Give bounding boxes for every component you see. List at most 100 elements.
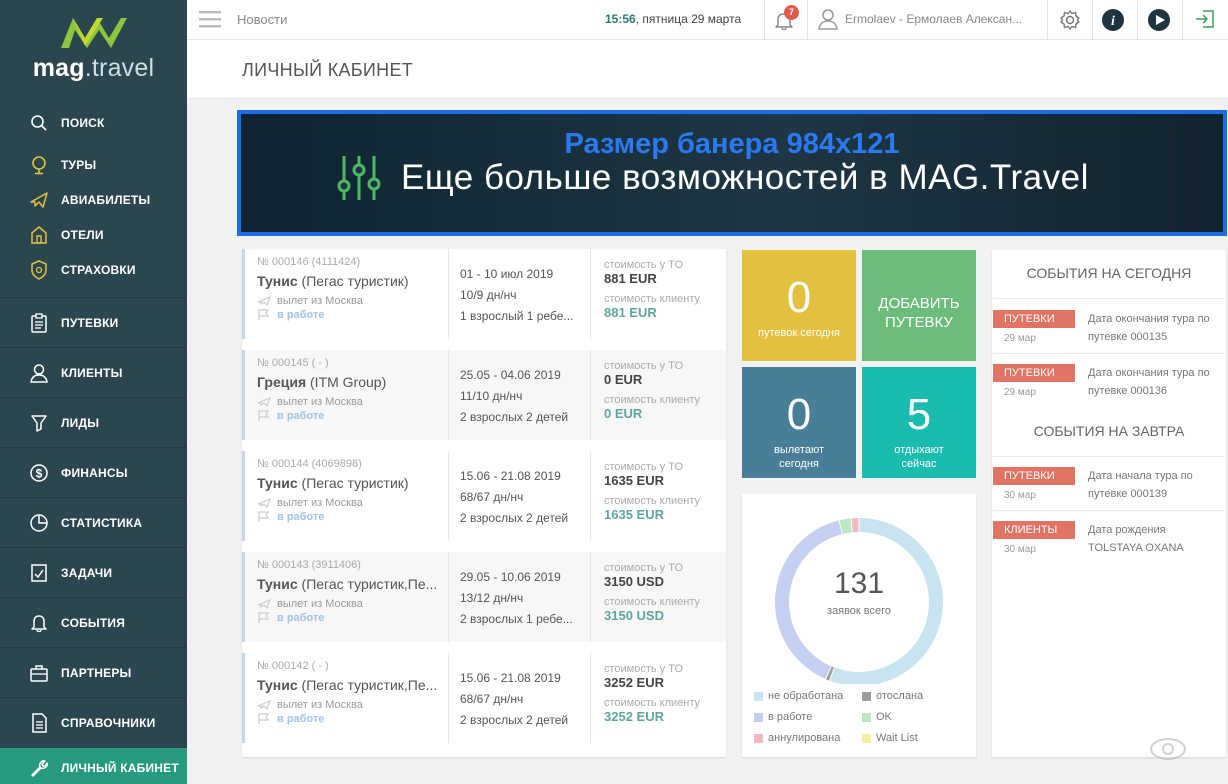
sidebar-item-partners[interactable]: ПАРТНЕРЫ bbox=[0, 648, 187, 697]
watermark bbox=[1120, 734, 1228, 784]
legend-item[interactable]: не обработана bbox=[754, 690, 843, 702]
trip-destination[interactable]: Тунис (Пегас туристик,Пе... bbox=[257, 576, 447, 592]
tile-label-line2: сейчас bbox=[901, 458, 937, 470]
event-date: 30 мар bbox=[1004, 544, 1036, 555]
flag-icon bbox=[258, 309, 270, 320]
flag-icon bbox=[258, 713, 270, 724]
sidebar-item-directories[interactable]: СПРАВОЧНИКИ bbox=[0, 698, 187, 747]
svg-text:i: i bbox=[1111, 14, 1115, 29]
sidebar-item-finance[interactable]: $ ФИНАНСЫ bbox=[0, 448, 187, 497]
event-text[interactable]: Дата окончания тура по путевке 000135 bbox=[1088, 310, 1218, 346]
trip-departure: вылет из Москва bbox=[257, 598, 447, 610]
sidebar-item-tasks[interactable]: ЗАДАЧИ bbox=[0, 548, 187, 597]
trip-row-accent bbox=[242, 350, 245, 440]
trip-destination[interactable]: Тунис (Пегас туристик) bbox=[257, 475, 447, 491]
tile-departing-today[interactable]: 0 вылетают сегодня bbox=[742, 367, 856, 478]
logo-text: mag.travel bbox=[32, 54, 155, 82]
trip-operator: (Пегас туристик,Пе... bbox=[297, 677, 438, 693]
cost-client-value: 1635 EUR bbox=[604, 507, 664, 522]
tile-trips-today[interactable]: 0 путевок сегодня bbox=[742, 250, 856, 361]
donut-slice[interactable] bbox=[829, 518, 943, 684]
play-video-icon[interactable] bbox=[1147, 8, 1171, 37]
event-text[interactable]: Дата рождения TOLSTAYA OXANA bbox=[1088, 521, 1218, 557]
legend-item[interactable]: аннулирована bbox=[754, 732, 840, 744]
current-date: , пятница 29 марта bbox=[635, 12, 742, 26]
tile-label: путевок сегодня bbox=[758, 327, 840, 339]
cost-to-label: стоимость у ТО bbox=[604, 663, 684, 675]
sidebar-item-clients[interactable]: КЛИЕНТЫ bbox=[0, 348, 187, 397]
plane-icon bbox=[29, 190, 49, 210]
sidebar-item-flights[interactable]: АВИАБИЛЕТЫ bbox=[0, 187, 187, 213]
trip-row[interactable]: № 000145 ( - ) Греция (ITM Group) вылет … bbox=[242, 350, 726, 440]
logo[interactable]: mag.travel bbox=[0, 0, 187, 100]
donut-slice[interactable] bbox=[839, 518, 852, 534]
trip-destination[interactable]: Тунис (Пегас туристик,Пе... bbox=[257, 677, 447, 693]
sidebar-item-label: ТУРЫ bbox=[61, 158, 97, 172]
hotel-icon bbox=[29, 225, 49, 245]
sidebar-item-label: ПОИСК bbox=[61, 116, 105, 130]
tile-resting-now[interactable]: 5 отдыхают сейчас bbox=[862, 367, 976, 478]
globe-icon bbox=[29, 155, 49, 175]
event-date: 29 мар bbox=[1004, 387, 1036, 398]
trip-row[interactable]: № 000144 (4069898) Тунис (Пегас туристик… bbox=[242, 451, 726, 541]
cost-client-value: 3252 EUR bbox=[604, 709, 664, 724]
legend-item[interactable]: в работе bbox=[754, 711, 812, 723]
tile-label-line1: ДОБАВИТЬ bbox=[878, 295, 960, 312]
cost-client-label: стоимость клиенту bbox=[604, 495, 701, 507]
notifications-button[interactable]: 7 bbox=[774, 5, 800, 34]
legend-item[interactable]: OK bbox=[862, 711, 892, 723]
trip-destination[interactable]: Греция (ITM Group) bbox=[257, 374, 447, 390]
sidebar-item-label: ЛИЧНЫЙ КАБИНЕТ bbox=[61, 761, 179, 775]
plane-icon bbox=[257, 598, 271, 610]
sidebar-item-insurance[interactable]: СТРАХОВКИ bbox=[0, 257, 187, 283]
info-icon[interactable]: i bbox=[1101, 8, 1125, 37]
sidebar-item-tours[interactable]: ТУРЫ bbox=[0, 152, 187, 178]
trip-dates: 29.05 - 10.06 2019 bbox=[460, 570, 561, 584]
sidebar-item-search[interactable]: ПОИСК bbox=[0, 110, 187, 136]
trip-people: 1 взрослый 1 ребе... bbox=[460, 309, 574, 323]
sidebar-item-vouchers[interactable]: ПУТЕВКИ bbox=[0, 298, 187, 347]
event-tag[interactable]: ПУТЕВКИ bbox=[993, 310, 1075, 328]
legend-label: в работе bbox=[768, 711, 813, 723]
event-tag[interactable]: КЛИЕНТЫ bbox=[993, 521, 1075, 539]
event-tag[interactable]: ПУТЕВКИ bbox=[993, 364, 1075, 382]
user-name: Ermolaev - Ермолаев Алексан... bbox=[845, 12, 1023, 26]
trip-departure: вылет из Москва bbox=[257, 497, 447, 509]
trip-row[interactable]: № 000146 (4111424) Тунис (Пегас туристик… bbox=[242, 249, 726, 339]
notifications-badge: 7 bbox=[784, 5, 799, 20]
sidebar-item-leads[interactable]: ЛИДЫ bbox=[0, 398, 187, 447]
trip-row[interactable]: № 000142 ( - ) Тунис (Пегас туристик,Пе.… bbox=[242, 653, 726, 743]
top-bar: Новости 15:56, пятница 29 марта 7 Ermola… bbox=[187, 0, 1228, 40]
news-link[interactable]: Новости bbox=[237, 12, 287, 27]
legend-item[interactable]: отослана bbox=[862, 690, 923, 702]
event-text[interactable]: Дата начала тура по путевке 000139 bbox=[1088, 467, 1218, 503]
trip-row-accent bbox=[242, 653, 245, 743]
sidebar-item-hotels[interactable]: ОТЕЛИ bbox=[0, 222, 187, 248]
cost-to-label: стоимость у ТО bbox=[604, 562, 684, 574]
shield-icon bbox=[29, 260, 49, 280]
legend-item[interactable]: Wait List bbox=[862, 732, 918, 744]
event-tag[interactable]: ПУТЕВКИ bbox=[993, 467, 1075, 485]
trip-row[interactable]: № 000143 (3911406) Тунис (Пегас туристик… bbox=[242, 552, 726, 642]
donut-slice[interactable] bbox=[851, 518, 859, 533]
event-text[interactable]: Дата окончания тура по путевке 000136 bbox=[1088, 364, 1218, 400]
trip-status-text: в работе bbox=[277, 309, 325, 321]
sidebar-item-cabinet[interactable]: ЛИЧНЫЙ КАБИНЕТ bbox=[0, 748, 187, 784]
logout-icon[interactable] bbox=[1194, 8, 1216, 35]
sidebar-item-events[interactable]: СОБЫТИЯ bbox=[0, 598, 187, 647]
sidebar-item-label: СПРАВОЧНИКИ bbox=[61, 715, 156, 730]
promo-banner[interactable]: Размер банера 984x121 Еще больше возможн… bbox=[237, 110, 1227, 236]
plane-icon bbox=[257, 497, 271, 509]
banner-size-text: Размер банера 984x121 bbox=[564, 128, 900, 160]
trip-row-accent bbox=[242, 249, 245, 339]
add-trip-button[interactable]: ДОБАВИТЬ ПУТЕВКУ bbox=[862, 250, 976, 361]
trip-destination[interactable]: Тунис (Пегас туристик) bbox=[257, 273, 447, 289]
sidebar-item-statistics[interactable]: СТАТИСТИКА bbox=[0, 498, 187, 547]
trip-departure-text: вылет из Москва bbox=[277, 598, 363, 610]
hamburger-menu-icon[interactable] bbox=[199, 9, 221, 29]
trip-status: в работе bbox=[257, 612, 447, 624]
cost-to-value: 881 EUR bbox=[604, 271, 657, 286]
user-menu[interactable]: Ermolaev - Ермолаев Алексан... bbox=[817, 8, 1037, 32]
settings-gear-icon[interactable] bbox=[1059, 9, 1081, 36]
sidebar-item-label: СТРАХОВКИ bbox=[61, 263, 136, 277]
